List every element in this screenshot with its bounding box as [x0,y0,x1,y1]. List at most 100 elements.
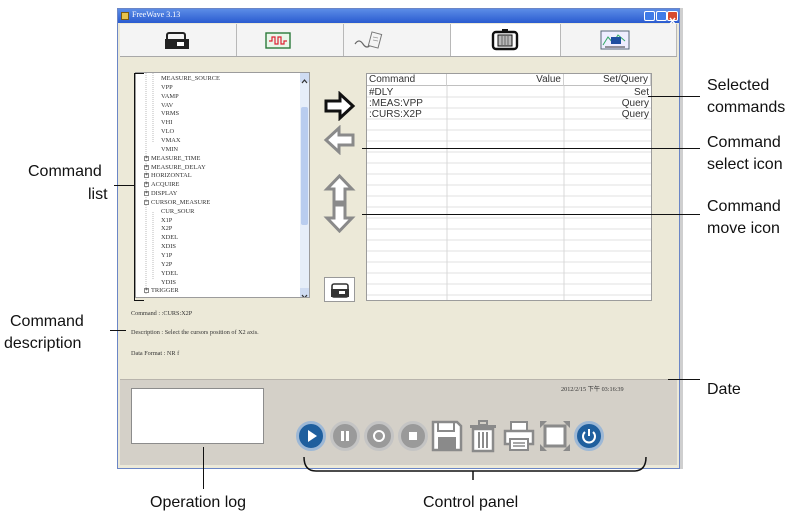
callout-date: Date [707,381,741,398]
move-up-button[interactable] [323,173,356,204]
save-button[interactable] [430,419,464,453]
stop-button[interactable] [398,421,428,451]
tree-item[interactable]: VPP [161,84,173,91]
fullscreen-button[interactable] [538,419,572,453]
selected-commands-leader [648,96,700,97]
tab-measure[interactable] [561,24,677,56]
tree-item[interactable]: VLO [161,128,174,135]
save-icon [431,420,463,452]
arrow-down-icon [323,203,356,234]
measure-icon [600,30,630,50]
column-header-setquery[interactable]: Set/Query [564,74,651,86]
tree-expander-icon[interactable]: − [144,199,149,205]
description-detail-value: Select the cursors position of X2 axis. [164,329,259,336]
tree-item[interactable]: XDEL [161,234,178,241]
tree-item[interactable]: YDEL [161,270,178,277]
command-select-icon-leader [362,148,700,149]
tree-expander-icon[interactable]: + [144,173,149,179]
title-bar: FreeWave 3.13 [118,9,679,25]
column-header-command[interactable]: Command [367,74,447,86]
tree-item[interactable]: YDIS [161,279,176,286]
command-detail: Command : :CURS:X2P [131,310,192,317]
command-cell: #DLY [369,87,394,98]
tree-item[interactable]: CUR_SOUR [161,208,194,215]
power-button[interactable] [574,421,604,451]
data-format-label: Data Format : [131,350,166,357]
scroll-down-button[interactable] [300,288,309,297]
script-icon [354,31,383,49]
tab-connect[interactable] [120,24,237,56]
move-down-button[interactable] [323,203,356,234]
window-shadow [680,8,683,469]
setquery-cell[interactable]: Query [566,109,649,120]
callout-command-move-icon-1: Command [707,198,781,215]
column-header-value[interactable]: Value [447,74,564,86]
setquery-cell[interactable]: Set [566,87,649,98]
description-detail-label: Description : [131,329,164,336]
remove-command-button[interactable] [323,124,356,156]
tree-item[interactable]: MEASURE_TIME [151,155,200,162]
command-cell: :CURS:X2P [369,109,422,120]
tree-item[interactable]: Y2P [161,261,172,268]
setquery-cell[interactable]: Query [566,98,649,109]
callout-command-list-2: list [88,186,108,203]
command-move-icon-leader [362,214,700,215]
data-format-detail: Data Format : NR f [131,350,179,357]
close-button[interactable] [667,11,678,25]
tree-item[interactable]: VRMS [161,110,179,117]
add-command-button[interactable] [323,90,356,122]
tree-expander-icon[interactable]: + [144,155,149,161]
tree-item[interactable]: X1P [161,217,172,224]
arrow-left-icon [323,124,355,156]
maximize-button[interactable] [656,11,667,21]
scroll-up-button[interactable] [300,73,309,84]
tree-item[interactable]: CURSOR_MEASURE [151,199,210,206]
tree-expander-icon[interactable]: + [144,288,149,294]
minimize-button[interactable] [644,11,655,21]
send-command-button[interactable] [324,277,355,302]
tree-expander-icon[interactable]: + [144,164,149,170]
tab-command[interactable] [451,24,561,56]
command-icon [491,29,519,51]
command-tree[interactable]: MEASURE_SOURCE VPP VAMP VAV VRMS VHI VLO VMAX VM… [135,72,310,298]
tree-item[interactable]: HORIZONTAL [151,172,192,179]
tree-item[interactable]: XDIS [161,243,176,250]
record-button[interactable] [364,421,394,451]
play-button[interactable] [296,421,326,451]
tree-item[interactable]: MEASURE_SOURCE [161,75,220,82]
tab-waveform[interactable] [237,24,344,56]
tree-expander-icon[interactable]: + [144,182,149,188]
tree-item[interactable]: Y1P [161,252,172,259]
print-button[interactable] [502,419,536,453]
tree-item[interactable]: VMAX [161,137,181,144]
trash-icon [470,420,496,453]
tree-scrollbar[interactable] [300,73,309,297]
record-icon [373,430,385,442]
arrow-up-icon [323,173,356,204]
tab-bar [120,24,677,57]
tree-item[interactable]: DISPLAY [151,190,177,197]
tree-item[interactable]: MEASURE_DELAY [151,164,206,171]
tree-item[interactable]: X2P [161,225,172,232]
pause-button[interactable] [330,421,360,451]
tree-item[interactable]: VHI [161,119,172,126]
delete-button[interactable] [466,419,500,453]
tree-item[interactable]: VAMP [161,93,179,100]
tree-item[interactable]: VMIN [161,146,178,153]
selected-commands-table[interactable]: Command Value Set/Query #DLY Set :MEAS:VPP… [366,73,652,301]
tree-item[interactable]: TRIGGER [151,287,179,294]
freewave-window: FreeWave 3.13 MEASURE_SOURCE VPP VAMP VA… [117,8,680,469]
scroll-thumb[interactable] [301,107,308,225]
tree-item[interactable]: ACQUIRE [151,181,179,188]
callout-operation-log: Operation log [150,494,247,511]
pause-icon [341,431,349,441]
connect-icon [165,32,189,49]
command-cell: :MEAS:VPP [369,98,423,109]
tree-item[interactable]: VAV [161,102,173,109]
operation-log-leader [203,447,204,489]
callout-command-description-2: description [4,335,82,352]
tab-script[interactable] [344,24,451,56]
command-send-icon [331,283,349,298]
data-format-value: NR f [166,350,180,357]
tree-expander-icon[interactable]: + [144,191,149,197]
